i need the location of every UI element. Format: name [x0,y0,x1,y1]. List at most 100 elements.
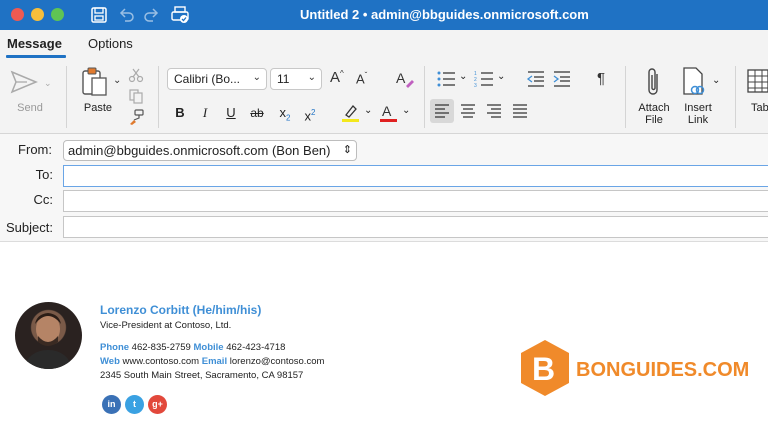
font-name-select[interactable]: Calibri (Bo... ⌄ [167,68,267,90]
paperclip-icon[interactable] [644,66,664,98]
chevron-down-icon[interactable]: ⌄ [364,105,372,116]
signature-name: Lorenzo Corbitt (He/him/his) [100,303,262,317]
italic-button[interactable]: I [193,102,217,124]
cut-icon[interactable] [128,67,144,83]
avatar [15,302,82,369]
increase-indent-icon[interactable] [552,70,572,88]
ribbon-tabs: Message Options [0,30,768,58]
signature-address: 2345 South Main Street, Sacramento, CA 9… [100,370,304,381]
tab-options[interactable]: Options [88,36,133,51]
send-button-label[interactable]: Send [10,102,50,114]
person-silhouette-icon [23,313,73,369]
signature-web-email: Web www.contoso.com Email lorenzo@contos… [100,356,324,367]
ribbon-separator [625,66,626,128]
format-painter-icon[interactable] [128,109,144,125]
align-left-button[interactable] [430,99,454,123]
logo-letter: B [532,351,555,387]
cc-field[interactable] [63,190,768,212]
zoom-window-button[interactable] [51,8,64,21]
message-header: From: admin@bbguides.onmicrosoft.com (Bo… [0,134,768,242]
bonguides-logo-icon: B [521,340,569,396]
paste-options-chevron-icon[interactable]: ⌄ [113,75,121,86]
save-icon[interactable] [88,4,110,26]
phone-label: Phone [100,342,130,353]
mobile-value: 462-423-4718 [226,342,286,353]
table-icon[interactable] [746,68,768,94]
decrease-font-size-icon[interactable]: Aˇ [356,71,367,86]
align-center-icon[interactable] [456,99,480,123]
redo-icon[interactable] [141,4,163,26]
copy-icon[interactable] [128,88,144,104]
insert-link-label-2[interactable]: Link [678,114,718,126]
from-account-select[interactable]: admin@bbguides.onmicrosoft.com (Bon Ben)… [63,140,357,161]
table-label[interactable]: Tab [751,102,768,114]
show-formatting-marks-button[interactable]: ¶ [597,70,605,87]
email-value[interactable]: lorenzo@contoso.com [230,356,325,367]
chevron-down-icon[interactable]: ⌄ [712,75,720,86]
svg-text:3: 3 [474,83,477,88]
message-body[interactable]: Lorenzo Corbitt (He/him/his) Vice-Presid… [0,243,768,435]
paste-icon[interactable] [80,66,110,98]
mobile-label: Mobile [193,342,224,353]
chevron-down-icon[interactable]: ⌄ [402,105,410,116]
insert-link-icon[interactable] [681,66,709,98]
send-options-chevron-icon[interactable]: ⌄ [44,78,52,89]
attach-file-label-1[interactable]: Attach [634,102,674,114]
minimize-window-button[interactable] [31,8,44,21]
superscript-button[interactable]: x2 [298,102,322,124]
strikethrough-button[interactable]: ab [245,102,269,124]
ribbon-separator [424,66,425,128]
font-color-icon[interactable]: A [379,102,399,124]
font-size-value: 11 [277,72,290,86]
print-icon[interactable] [169,4,191,26]
insert-link-label-1[interactable]: Insert [678,102,718,114]
web-label: Web [100,356,120,367]
close-window-button[interactable] [11,8,24,21]
to-field[interactable] [63,165,768,187]
linkedin-icon[interactable]: in [102,395,121,414]
underline-button[interactable]: U [219,102,243,124]
twitter-icon[interactable]: t [125,395,144,414]
send-icon[interactable] [9,68,39,96]
google-plus-icon[interactable]: g+ [148,395,167,414]
increase-font-size-icon[interactable]: A^ [330,69,344,86]
ribbon-separator [66,66,67,128]
bold-button[interactable]: B [168,102,192,124]
ribbon-separator [158,66,159,128]
undo-icon[interactable] [115,4,137,26]
subscript-button[interactable]: x2 [273,102,297,124]
attach-file-label-2[interactable]: File [634,114,674,126]
chevron-down-icon[interactable]: ⌄ [459,71,467,82]
clear-formatting-icon[interactable]: A [395,69,415,89]
window-title: Untitled 2 • admin@bbguides.onmicrosoft.… [300,7,589,22]
ribbon: ⌄ Send ⌄ Paste Calibri (Bo... ⌄ 11 ⌄ A^ … [0,58,768,134]
align-left-icon [435,104,449,118]
svg-text:A: A [396,70,406,86]
chevron-down-icon[interactable]: ⌄ [497,71,505,82]
signature-phones: Phone 462-835-2759 Mobile 462-423-4718 [100,342,285,353]
align-right-icon[interactable] [482,99,506,123]
from-label: From: [18,142,52,157]
chevron-down-icon: ⌄ [307,72,316,83]
subject-label: Subject: [6,220,53,235]
phone-value: 462-835-2759 [131,342,191,353]
web-value[interactable]: www.contoso.com [123,356,200,367]
to-label: To: [35,167,53,182]
svg-text:A: A [382,103,392,119]
font-size-select[interactable]: 11 ⌄ [270,68,322,90]
paste-button-label[interactable]: Paste [78,102,118,114]
bonguides-watermark-text: BONGUIDES.COM [576,359,750,381]
title-bar: Untitled 2 • admin@bbguides.onmicrosoft.… [0,0,768,30]
bullets-icon[interactable] [436,70,456,88]
font-name-value: Calibri (Bo... [174,72,241,86]
justify-icon[interactable] [508,99,532,123]
tab-message[interactable]: Message [7,36,62,51]
highlight-icon[interactable] [341,103,361,123]
cc-label: Cc: [33,192,54,207]
subject-field[interactable] [63,216,768,238]
chevron-down-icon: ⌄ [252,72,261,83]
ribbon-separator [735,66,736,128]
signature-title: Vice-President at Contoso, Ltd. [100,320,232,331]
numbering-icon[interactable]: 123 [474,70,494,88]
decrease-indent-icon[interactable] [526,70,546,88]
